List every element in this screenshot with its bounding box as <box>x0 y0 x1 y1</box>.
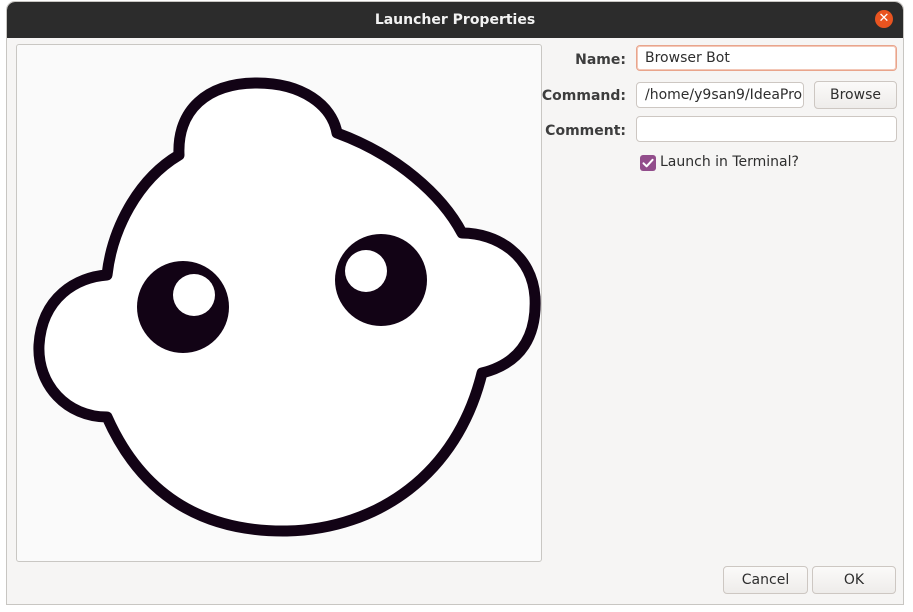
close-icon[interactable]: ✕ <box>875 10 893 28</box>
launch-in-terminal-label[interactable]: Launch in Terminal? <box>660 154 799 170</box>
launcher-properties-dialog: Launcher Properties ✕ Name: Browser Bot … <box>7 2 903 604</box>
name-label: Name: <box>575 52 626 68</box>
window-title: Launcher Properties <box>374 12 536 28</box>
browse-button[interactable]: Browse <box>814 81 897 109</box>
cancel-button[interactable]: Cancel <box>723 566 808 594</box>
browser-bot-face-icon <box>33 77 541 537</box>
ok-button[interactable]: OK <box>812 566 896 594</box>
name-field[interactable]: Browser Bot <box>636 45 897 71</box>
comment-field[interactable] <box>636 116 897 142</box>
command-label: Command: <box>541 88 626 104</box>
icon-preview-button[interactable] <box>16 44 542 562</box>
comment-label: Comment: <box>545 123 626 139</box>
checkmark-icon <box>642 158 654 168</box>
launch-in-terminal-checkbox[interactable] <box>640 155 656 171</box>
title-bar[interactable]: Launcher Properties ✕ <box>7 2 903 38</box>
command-field[interactable]: /home/y9san9/IdeaPro <box>636 82 804 108</box>
